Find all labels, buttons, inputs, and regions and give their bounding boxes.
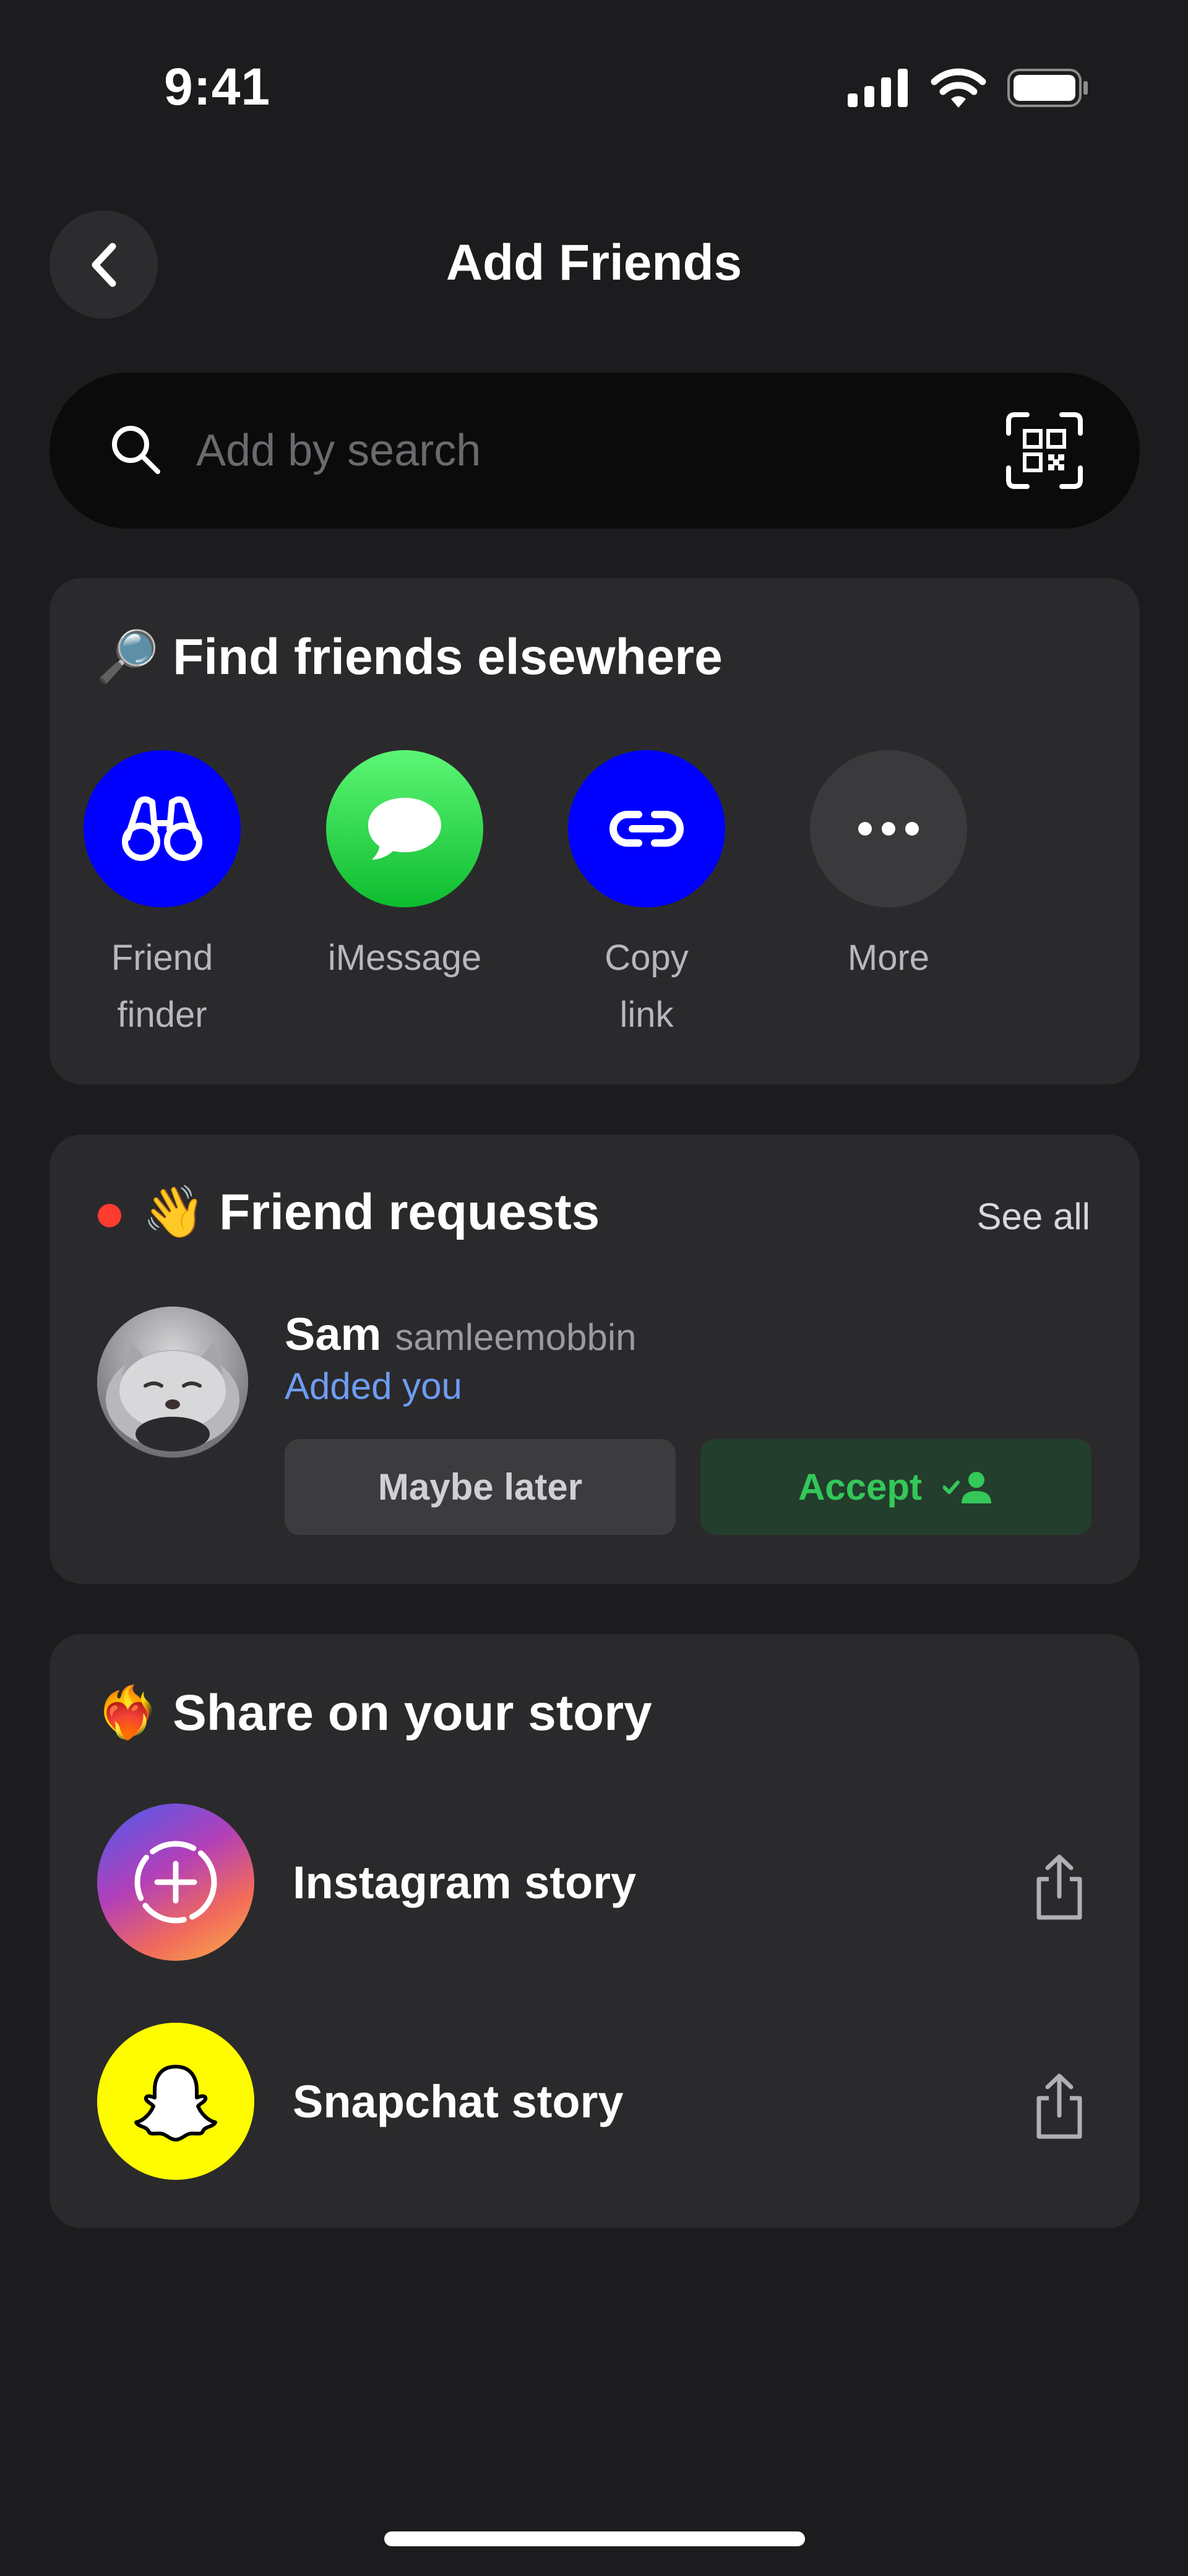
person-check-icon <box>943 1471 992 1503</box>
instagram-story-circle <box>97 1804 254 1961</box>
wifi-icon <box>931 68 986 108</box>
signal-icon <box>848 69 908 107</box>
instagram-story-label: Instagram story <box>293 1856 637 1908</box>
find-friends-title: 🔎 Find friends elsewhere <box>96 628 723 687</box>
request-status: Added you <box>285 1365 462 1407</box>
snapchat-ghost-icon <box>134 2065 217 2142</box>
share-icon[interactable] <box>1031 2072 1087 2140</box>
find-friends-heading: Find friends elsewhere <box>173 629 723 685</box>
avatar[interactable] <box>97 1307 248 1458</box>
status-time: 9:41 <box>164 58 271 116</box>
friend-requests-card: 👋 Friend requests See all Sam samleemobbi… <box>50 1135 1140 1584</box>
snapchat-story-label: Snapchat story <box>293 2075 624 2127</box>
see-all-link[interactable]: See all <box>977 1195 1090 1238</box>
share-story-heading: Share on your story <box>173 1685 652 1741</box>
copy-link-option[interactable]: Copy link <box>554 750 739 1044</box>
friend-finder-circle[interactable] <box>84 750 241 907</box>
more-option[interactable]: More <box>796 750 981 987</box>
copy-link-circle[interactable] <box>568 750 725 907</box>
request-username: samleemobbin <box>395 1316 637 1358</box>
more-dots-icon <box>858 822 919 836</box>
accept-button[interactable]: Accept <box>700 1439 1091 1535</box>
imessage-circle[interactable] <box>326 750 483 907</box>
snapchat-story-circle <box>97 2023 254 2180</box>
qr-scan-icon[interactable] <box>1005 411 1084 490</box>
instagram-story-row[interactable]: Instagram story <box>97 1802 1087 1962</box>
share-story-card: ❤️‍🔥 Share on your story Instagram story… <box>50 1634 1140 2228</box>
accept-label: Accept <box>798 1466 923 1508</box>
search-icon <box>112 426 160 474</box>
search-input[interactable] <box>195 410 965 491</box>
snapchat-story-row[interactable]: Snapchat story <box>97 2021 1087 2181</box>
link-icon <box>609 811 684 847</box>
maybe-later-button[interactable]: Maybe later <box>285 1439 676 1535</box>
maybe-later-label: Maybe later <box>377 1466 583 1508</box>
friend-finder-label: Friend finder <box>111 938 213 1035</box>
message-bubble-icon <box>368 798 441 860</box>
more-label: More <box>847 938 930 978</box>
status-icons <box>848 68 1089 108</box>
page-title: Add Friends <box>446 235 742 291</box>
search-bar[interactable] <box>50 373 1140 529</box>
binoculars-icon <box>122 796 202 861</box>
copy-link-label: Copy link <box>605 938 689 1035</box>
share-story-title: ❤️‍🔥 Share on your story <box>96 1683 652 1743</box>
battery-icon <box>1007 69 1088 107</box>
home-indicator[interactable] <box>384 2531 805 2546</box>
heart-on-fire-emoji: ❤️‍🔥 <box>96 1685 160 1741</box>
request-name-row: Sam samleemobbin <box>285 1308 637 1360</box>
notification-dot <box>98 1204 121 1227</box>
more-circle[interactable] <box>810 750 967 907</box>
friend-requests-title: 👋 Friend requests <box>142 1183 600 1242</box>
wave-emoji: 👋 <box>142 1184 206 1240</box>
instagram-story-icon <box>134 1841 217 1924</box>
imessage-label: iMessage <box>327 938 482 978</box>
request-name: Sam <box>285 1308 382 1360</box>
share-icon[interactable] <box>1031 1853 1087 1921</box>
magnifier-emoji: 🔎 <box>96 629 160 685</box>
imessage-option[interactable]: iMessage <box>312 750 497 987</box>
friend-requests-heading: Friend requests <box>219 1184 600 1240</box>
cat-avatar-image <box>97 1307 248 1458</box>
friend-finder-option[interactable]: Friend finder <box>69 750 255 1044</box>
find-friends-card: 🔎 Find friends elsewhere Friend finder i… <box>50 578 1140 1084</box>
